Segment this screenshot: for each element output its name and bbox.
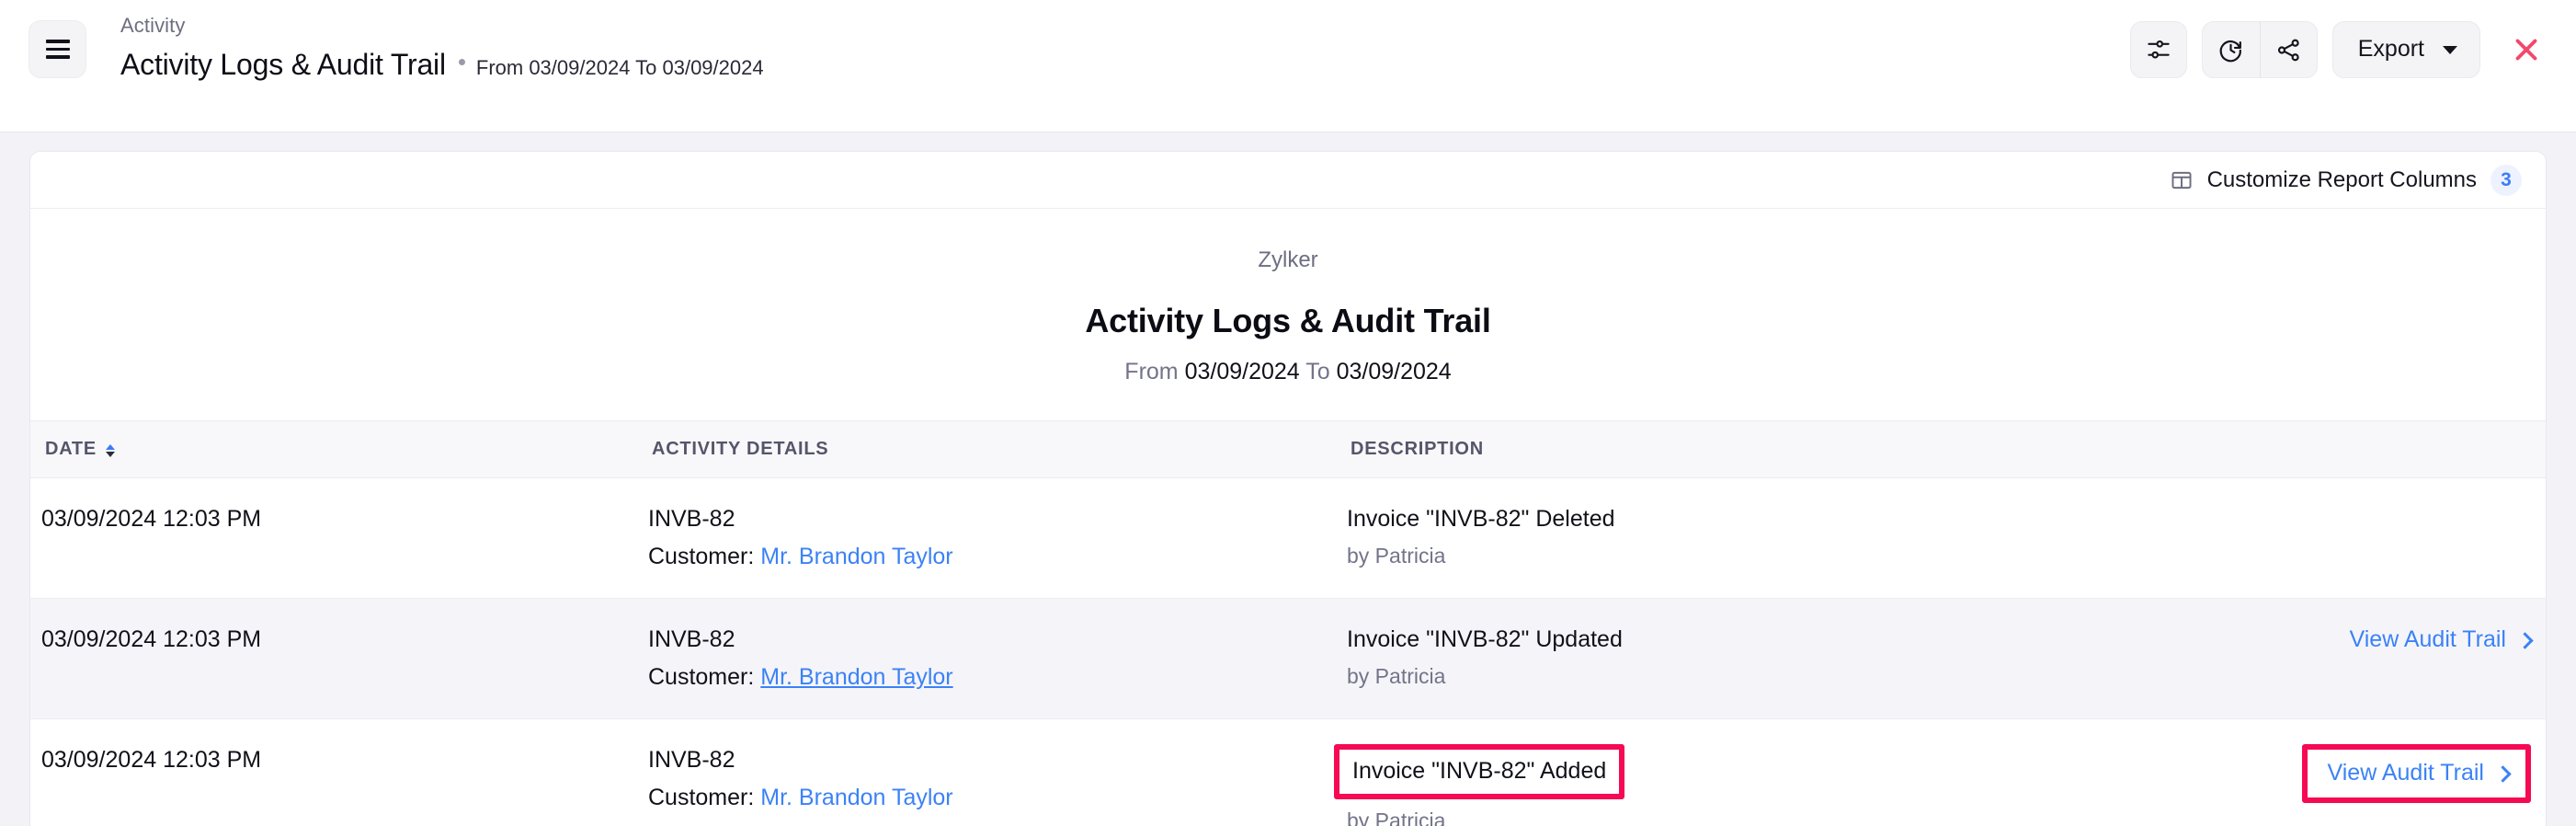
cell-action [2160,477,2546,599]
cell-date: 03/09/2024 12:03 PM [30,718,637,826]
range-from-label: From [1124,359,1179,384]
activity-reference: INVB-82 [648,506,735,532]
action-highlight-annotation: View Audit Trail [2301,744,2531,803]
close-button[interactable] [2501,24,2552,75]
report-columns-icon [2171,171,2192,189]
column-header-date[interactable]: DATE [30,420,637,478]
column-header-description: DESCRIPTION [1336,420,2160,478]
share-nodes-icon [2277,39,2299,61]
customize-columns-count-badge: 3 [2491,164,2522,196]
close-x-icon [2515,39,2537,61]
page-body: Customize Report Columns 3 Zylker Activi… [0,132,2576,826]
cell-description: Invoice "INVB-82" Deleted by Patricia [1336,477,2160,599]
header-button-group [2201,21,2318,78]
activity-customer: Customer: Mr. Brandon Taylor [648,661,1321,693]
range-to-label: To [1305,359,1330,384]
title-separator-dot [458,59,465,65]
breadcrumb: Activity [120,14,186,37]
table-row[interactable]: 03/09/2024 12:03 PM INVB-82 Customer: Mr… [30,477,2546,599]
customize-report-columns-label: Customize Report Columns [2206,166,2477,192]
column-header-activity-details: ACTIVITY DETAILS [637,420,1336,478]
hamburger-menu-button[interactable] [28,20,86,78]
activity-customer: Customer: Mr. Brandon Taylor [648,782,1321,813]
table-body: 03/09/2024 12:03 PM INVB-82 Customer: Mr… [30,477,2546,826]
filter-settings-button[interactable] [2129,21,2187,78]
activity-reference: INVB-82 [648,747,735,773]
column-header-date-label: DATE [45,439,97,459]
table-header: DATE ACTIVITY DETAILS DESCRIPTION [30,420,2546,478]
report-title: Activity Logs & Audit Trail [1085,302,1491,339]
cell-date: 03/09/2024 12:03 PM [30,598,637,719]
description-byline: by Patricia [1347,664,1446,688]
customize-columns-bar: Customize Report Columns 3 [30,152,2546,209]
cell-action: View Audit Trail [2160,598,2546,719]
sliders-filter-icon [2148,40,2170,59]
caret-down-icon [2443,45,2457,54]
cell-activity-details: INVB-82 Customer: Mr. Brandon Taylor [637,718,1336,826]
cell-activity-details: INVB-82 Customer: Mr. Brandon Taylor [637,598,1336,719]
report-heading: Zylker Activity Logs & Audit Trail From … [30,209,2546,420]
view-audit-trail-link[interactable]: View Audit Trail [2349,624,2534,655]
sort-ascending-icon [105,443,115,450]
page-title: Activity Logs & Audit Trail [120,48,446,81]
customize-report-columns-button[interactable]: Customize Report Columns 3 [2170,164,2522,196]
sort-arrows-icon[interactable] [105,443,115,457]
sort-descending-icon [105,451,115,457]
customer-label: Customer: [648,664,755,690]
description-byline: by Patricia [1347,544,1446,568]
report-card: Customize Report Columns 3 Zylker Activi… [29,151,2547,826]
range-from-value: 03/09/2024 [1184,359,1300,384]
title-line: Activity Logs & Audit Trail From 03/09/2… [120,44,764,85]
customer-link[interactable]: Mr. Brandon Taylor [760,785,952,810]
range-to-value: 03/09/2024 [1336,359,1452,384]
table-row[interactable]: 03/09/2024 12:03 PM INVB-82 Customer: Mr… [30,718,2546,826]
table-header-row: DATE ACTIVITY DETAILS DESCRIPTION [30,420,2546,478]
chevron-right-icon [2516,631,2534,649]
description-text: Invoice "INVB-82" Updated [1347,626,1623,652]
customer-label: Customer: [648,785,755,810]
organization-name: Zylker [1258,247,1318,272]
description-highlight-annotation: Invoice "INVB-82" Added [1334,744,1625,799]
description-byline: by Patricia [1347,809,1446,826]
cell-date: 03/09/2024 12:03 PM [30,477,637,599]
cell-description: Invoice "INVB-82" Updated by Patricia [1336,598,2160,719]
column-header-action [2160,420,2546,478]
activity-log-table: DATE ACTIVITY DETAILS DESCRIPTION 03/09/… [30,420,2546,826]
hamburger-menu-icon [45,40,70,59]
app-header: Activity Activity Logs & Audit Trail Fro… [0,0,2576,132]
table-row[interactable]: 03/09/2024 12:03 PM INVB-82 Customer: Mr… [30,598,2546,719]
cell-activity-details: INVB-82 Customer: Mr. Brandon Taylor [637,477,1336,599]
chevron-right-icon [2494,764,2512,783]
export-button[interactable]: Export [2331,21,2480,78]
share-button[interactable] [2259,22,2317,77]
export-button-label: Export [2357,35,2424,62]
header-actions: Export [2129,21,2552,78]
description-text: Invoice "INVB-82" Deleted [1347,506,1615,532]
cell-action: View Audit Trail [2160,718,2546,826]
customer-link[interactable]: Mr. Brandon Taylor [760,664,952,690]
customer-link[interactable]: Mr. Brandon Taylor [760,544,952,569]
description-text: Invoice "INVB-82" Added [1352,758,1607,784]
activity-customer: Customer: Mr. Brandon Taylor [648,541,1321,572]
clock-refresh-icon [2219,40,2242,62]
customer-label: Customer: [648,544,755,569]
cell-description: Invoice "INVB-82" Added by Patricia [1334,718,2160,826]
schedule-refresh-button[interactable] [2203,22,2260,77]
header-text-block: Activity Activity Logs & Audit Trail Fro… [120,12,764,85]
view-audit-trail-link[interactable]: View Audit Trail [2327,757,2512,788]
report-date-range: From 03/09/2024 To 03/09/2024 [30,356,2546,387]
view-audit-trail-label: View Audit Trail [2349,626,2506,652]
header-date-range: From 03/09/2024 To 03/09/2024 [475,56,764,79]
view-audit-trail-label: View Audit Trail [2327,760,2484,786]
activity-reference: INVB-82 [648,626,735,652]
